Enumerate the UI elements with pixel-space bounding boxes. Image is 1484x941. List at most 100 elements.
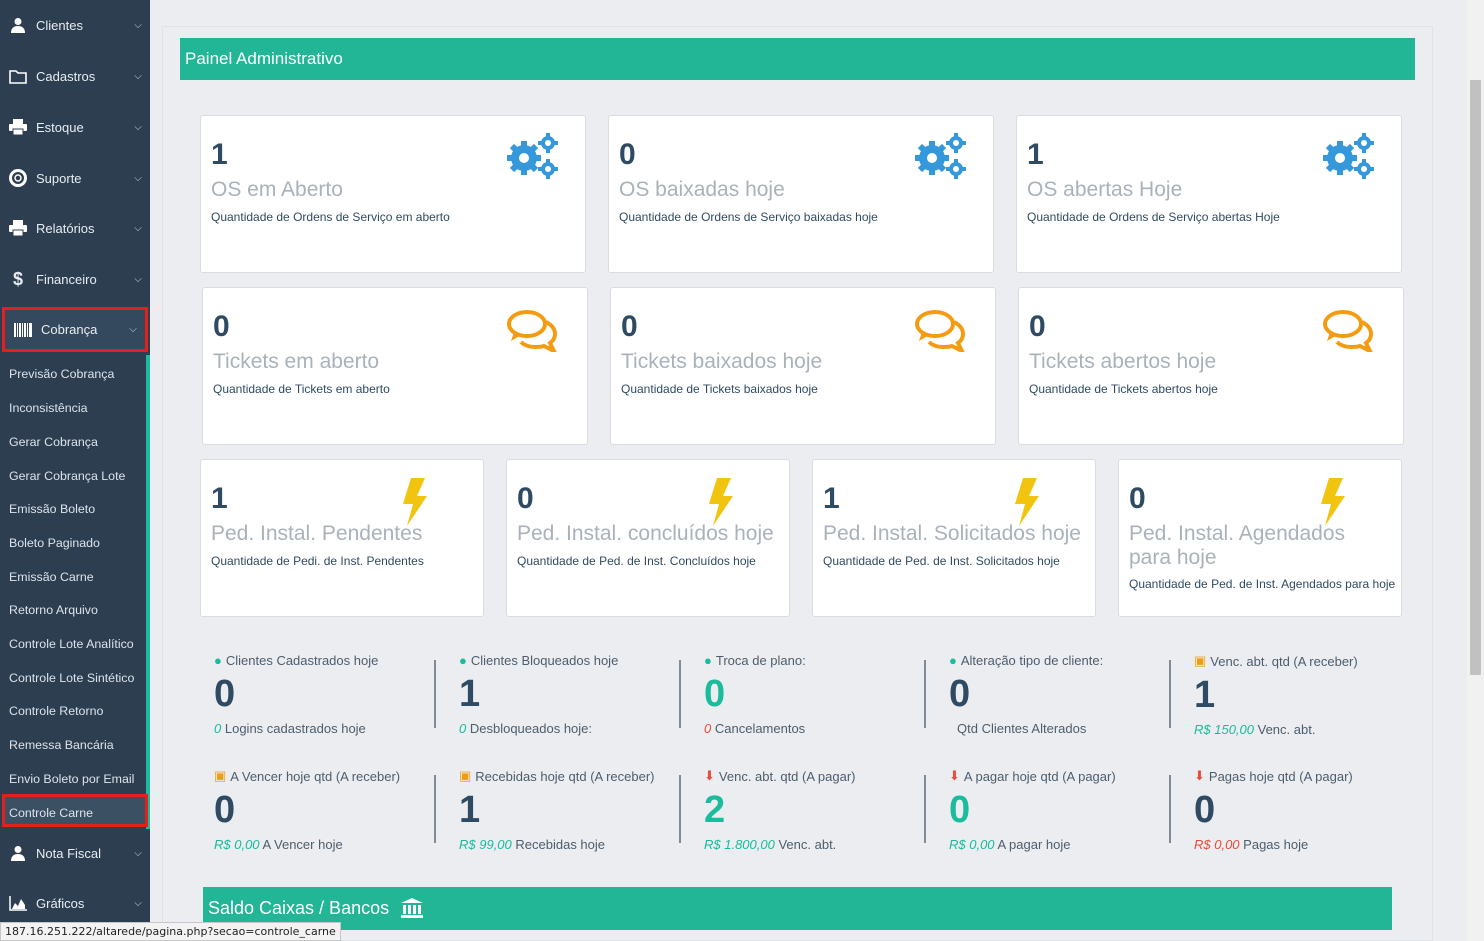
stat-header: A pagar hoje qtd (A pagar) [963, 768, 1116, 784]
submenu-item[interactable]: Boleto Paginado [9, 536, 100, 550]
stat-clientes-bloqueados: ● Clientes Bloqueados hoje 1 0 Desbloquea… [459, 653, 618, 736]
submenu-item[interactable]: Envio Boleto por Email [9, 772, 134, 786]
stat-sub-value: R$ 0,00 [214, 837, 260, 852]
scrollbar-thumb[interactable] [1470, 80, 1481, 675]
chevron-down-icon: ⌵ [134, 172, 142, 184]
card-description: Quantidade de Tickets baixados hoje [621, 382, 818, 396]
arrow-circle-icon: ⬇ [949, 768, 960, 783]
panel-title: Painel Administrativo [180, 38, 1415, 80]
submenu-item[interactable]: Previsão Cobrança [9, 367, 114, 381]
chevron-down-icon: ⌵ [129, 324, 137, 335]
stat-header: Clientes Cadastrados hoje [225, 653, 379, 668]
ped-scheduled-today-card[interactable]: 0 Ped. Instal. Agendados para hoje Quant… [1118, 459, 1402, 617]
sidebar-item-nota-fiscal[interactable]: Nota Fiscal ⌵ [0, 828, 150, 878]
divider [434, 660, 436, 728]
page-scrollbar[interactable] [1467, 0, 1484, 941]
os-closed-today-card[interactable]: 0 OS baixadas hoje Quantidade de Ordens … [608, 115, 994, 273]
divider [924, 775, 926, 843]
card-title: Tickets em aberto [213, 350, 380, 373]
sidebar-item-label: Clientes [36, 17, 83, 33]
stat-header: Troca de plano: [715, 653, 806, 668]
card-title: Tickets baixados hoje [621, 350, 823, 373]
tickets-opened-today-card[interactable]: 0 Tickets abertos hoje Quantidade de Tic… [1018, 287, 1404, 445]
chat-bubbles-icon [506, 308, 559, 357]
sidebar-item-cobranca[interactable]: Cobrança ⌵ [2, 307, 148, 352]
submenu-item[interactable]: Controle Lote Analítico [9, 637, 134, 651]
stat-sub-value: R$ 99,00 [459, 837, 512, 852]
card-title: Ped. Instal. concluídos hoje [517, 522, 774, 545]
chevron-down-icon: ⌵ [134, 847, 142, 859]
sidebar-item-estoque[interactable]: Estoque ⌵ [0, 102, 150, 152]
card-title: Ped. Instal. Agendados para hoje [1129, 522, 1345, 569]
stat-sub-label: Cancelamentos [714, 721, 806, 736]
card-description: Quantidade de Ped. de Inst. Agendados pa… [1129, 577, 1396, 591]
tickets-open-card[interactable]: 0 Tickets em aberto Quantidade de Ticket… [202, 287, 588, 445]
stat-value: 1 [1194, 674, 1216, 716]
stat-a-vencer-hoje: ▣ A Vencer hoje qtd (A receber) 0 R$ 0,00… [214, 768, 400, 852]
arrow-circle-icon: ⬇ [1194, 768, 1205, 783]
user-icon [8, 17, 28, 33]
arrow-circle-icon: ⬇ [704, 768, 715, 783]
money-icon: ▣ [459, 768, 472, 783]
sidebar-item-cadastros[interactable]: Cadastros ⌵ [0, 51, 150, 101]
submenu-item[interactable]: Gerar Cobrança [9, 435, 98, 449]
card-description: Quantidade de Tickets abertos hoje [1029, 382, 1218, 396]
stat-venc-receber: ▣ Venc. abt. qtd (A receber) 1 R$ 150,00 … [1194, 653, 1358, 737]
stat-sub-label: Recebidas hoje [515, 837, 606, 852]
submenu-item[interactable]: Remessa Bancária [9, 738, 114, 752]
divider [1169, 660, 1171, 728]
chevron-down-icon: ⌵ [134, 19, 142, 31]
stat-sub-value: 0 [704, 721, 712, 736]
sidebar-item-clientes[interactable]: Clientes ⌵ [0, 0, 150, 50]
ped-done-today-card[interactable]: 0 Ped. Instal. concluídos hoje Quantidad… [506, 459, 790, 617]
lifebuoy-icon [8, 169, 28, 187]
chevron-down-icon: ⌵ [134, 273, 142, 285]
ped-requested-today-card[interactable]: 1 Ped. Instal. Solicitados hoje Quantida… [812, 459, 1096, 617]
ped-pending-card[interactable]: 1 Ped. Instal. Pendentes Quantidade de P… [200, 459, 484, 617]
os-opened-today-card[interactable]: 1 OS abertas Hoje Quantidade de Ordens d… [1016, 115, 1402, 273]
sidebar-item-relatorios[interactable]: Relatórios ⌵ [0, 203, 150, 253]
stat-clientes-cadastrados: ● Clientes Cadastrados hoje 0 0 Logins ca… [214, 653, 378, 736]
divider [679, 775, 681, 843]
user-icon: ● [949, 653, 957, 668]
sidebar-item-suporte[interactable]: Suporte ⌵ [0, 153, 150, 203]
submenu-item[interactable]: Emissão Carne [9, 570, 94, 584]
sidebar-item-financeiro[interactable]: $ Financeiro ⌵ [0, 254, 150, 304]
stat-sub-label: A Vencer hoje [262, 837, 343, 852]
card-count: 0 [517, 482, 534, 515]
submenu-item[interactable]: Inconsistência [9, 401, 88, 415]
barcode-icon [13, 322, 33, 337]
divider [1169, 775, 1171, 843]
user-icon [8, 845, 28, 861]
sidebar-item-label: Suporte [36, 170, 82, 186]
card-title: Tickets abertos hoje [1029, 350, 1217, 373]
tickets-closed-today-card[interactable]: 0 Tickets baixados hoje Quantidade de Ti… [610, 287, 996, 445]
card-description: Quantidade de Tickets em aberto [213, 382, 390, 396]
stat-troca-plano: ● Troca de plano: 0 0 Cancelamentos [704, 653, 806, 736]
card-title: Ped. Instal. Pendentes [211, 522, 423, 545]
chevron-down-icon: ⌵ [134, 121, 142, 133]
submenu-item[interactable]: Controle Retorno [9, 704, 103, 718]
sidebar-submenu: Previsão Cobrança Inconsistência Gerar C… [0, 355, 150, 829]
browser-status-url: 187.16.251.222/altarede/pagina.php?secao… [0, 922, 341, 941]
money-icon: ▣ [214, 768, 227, 783]
os-open-card[interactable]: 1 OS em Aberto Quantidade de Ordens de S… [200, 115, 586, 273]
printer-icon [8, 220, 28, 236]
card-description: Quantidade de Ordens de Serviço em abert… [211, 210, 450, 224]
card-count: 0 [619, 138, 636, 171]
submenu-item[interactable]: Controle Lote Sintético [9, 671, 134, 685]
submenu-item[interactable]: Emissão Boleto [9, 502, 95, 516]
area-chart-icon [8, 895, 28, 911]
stat-value: 0 [1194, 789, 1216, 831]
submenu-item-controle-carne[interactable]: Controle Carne [2, 794, 148, 827]
stat-sub-label: Qtd Clientes Alterados [957, 721, 1087, 736]
submenu-item[interactable]: Gerar Cobrança Lote [9, 469, 125, 483]
sidebar-item-label: Cobrança [41, 322, 98, 337]
folder-icon [8, 69, 28, 84]
sidebar-item-label: Relatórios [36, 220, 95, 236]
sidebar-item-graficos[interactable]: Gráficos ⌵ [0, 878, 150, 928]
chat-bubbles-icon [914, 308, 967, 357]
submenu-item[interactable]: Retorno Arquivo [9, 603, 98, 617]
stat-sub-label: Venc. abt. [1257, 722, 1316, 737]
stat-header: Recebidas hoje qtd (A receber) [475, 768, 655, 784]
